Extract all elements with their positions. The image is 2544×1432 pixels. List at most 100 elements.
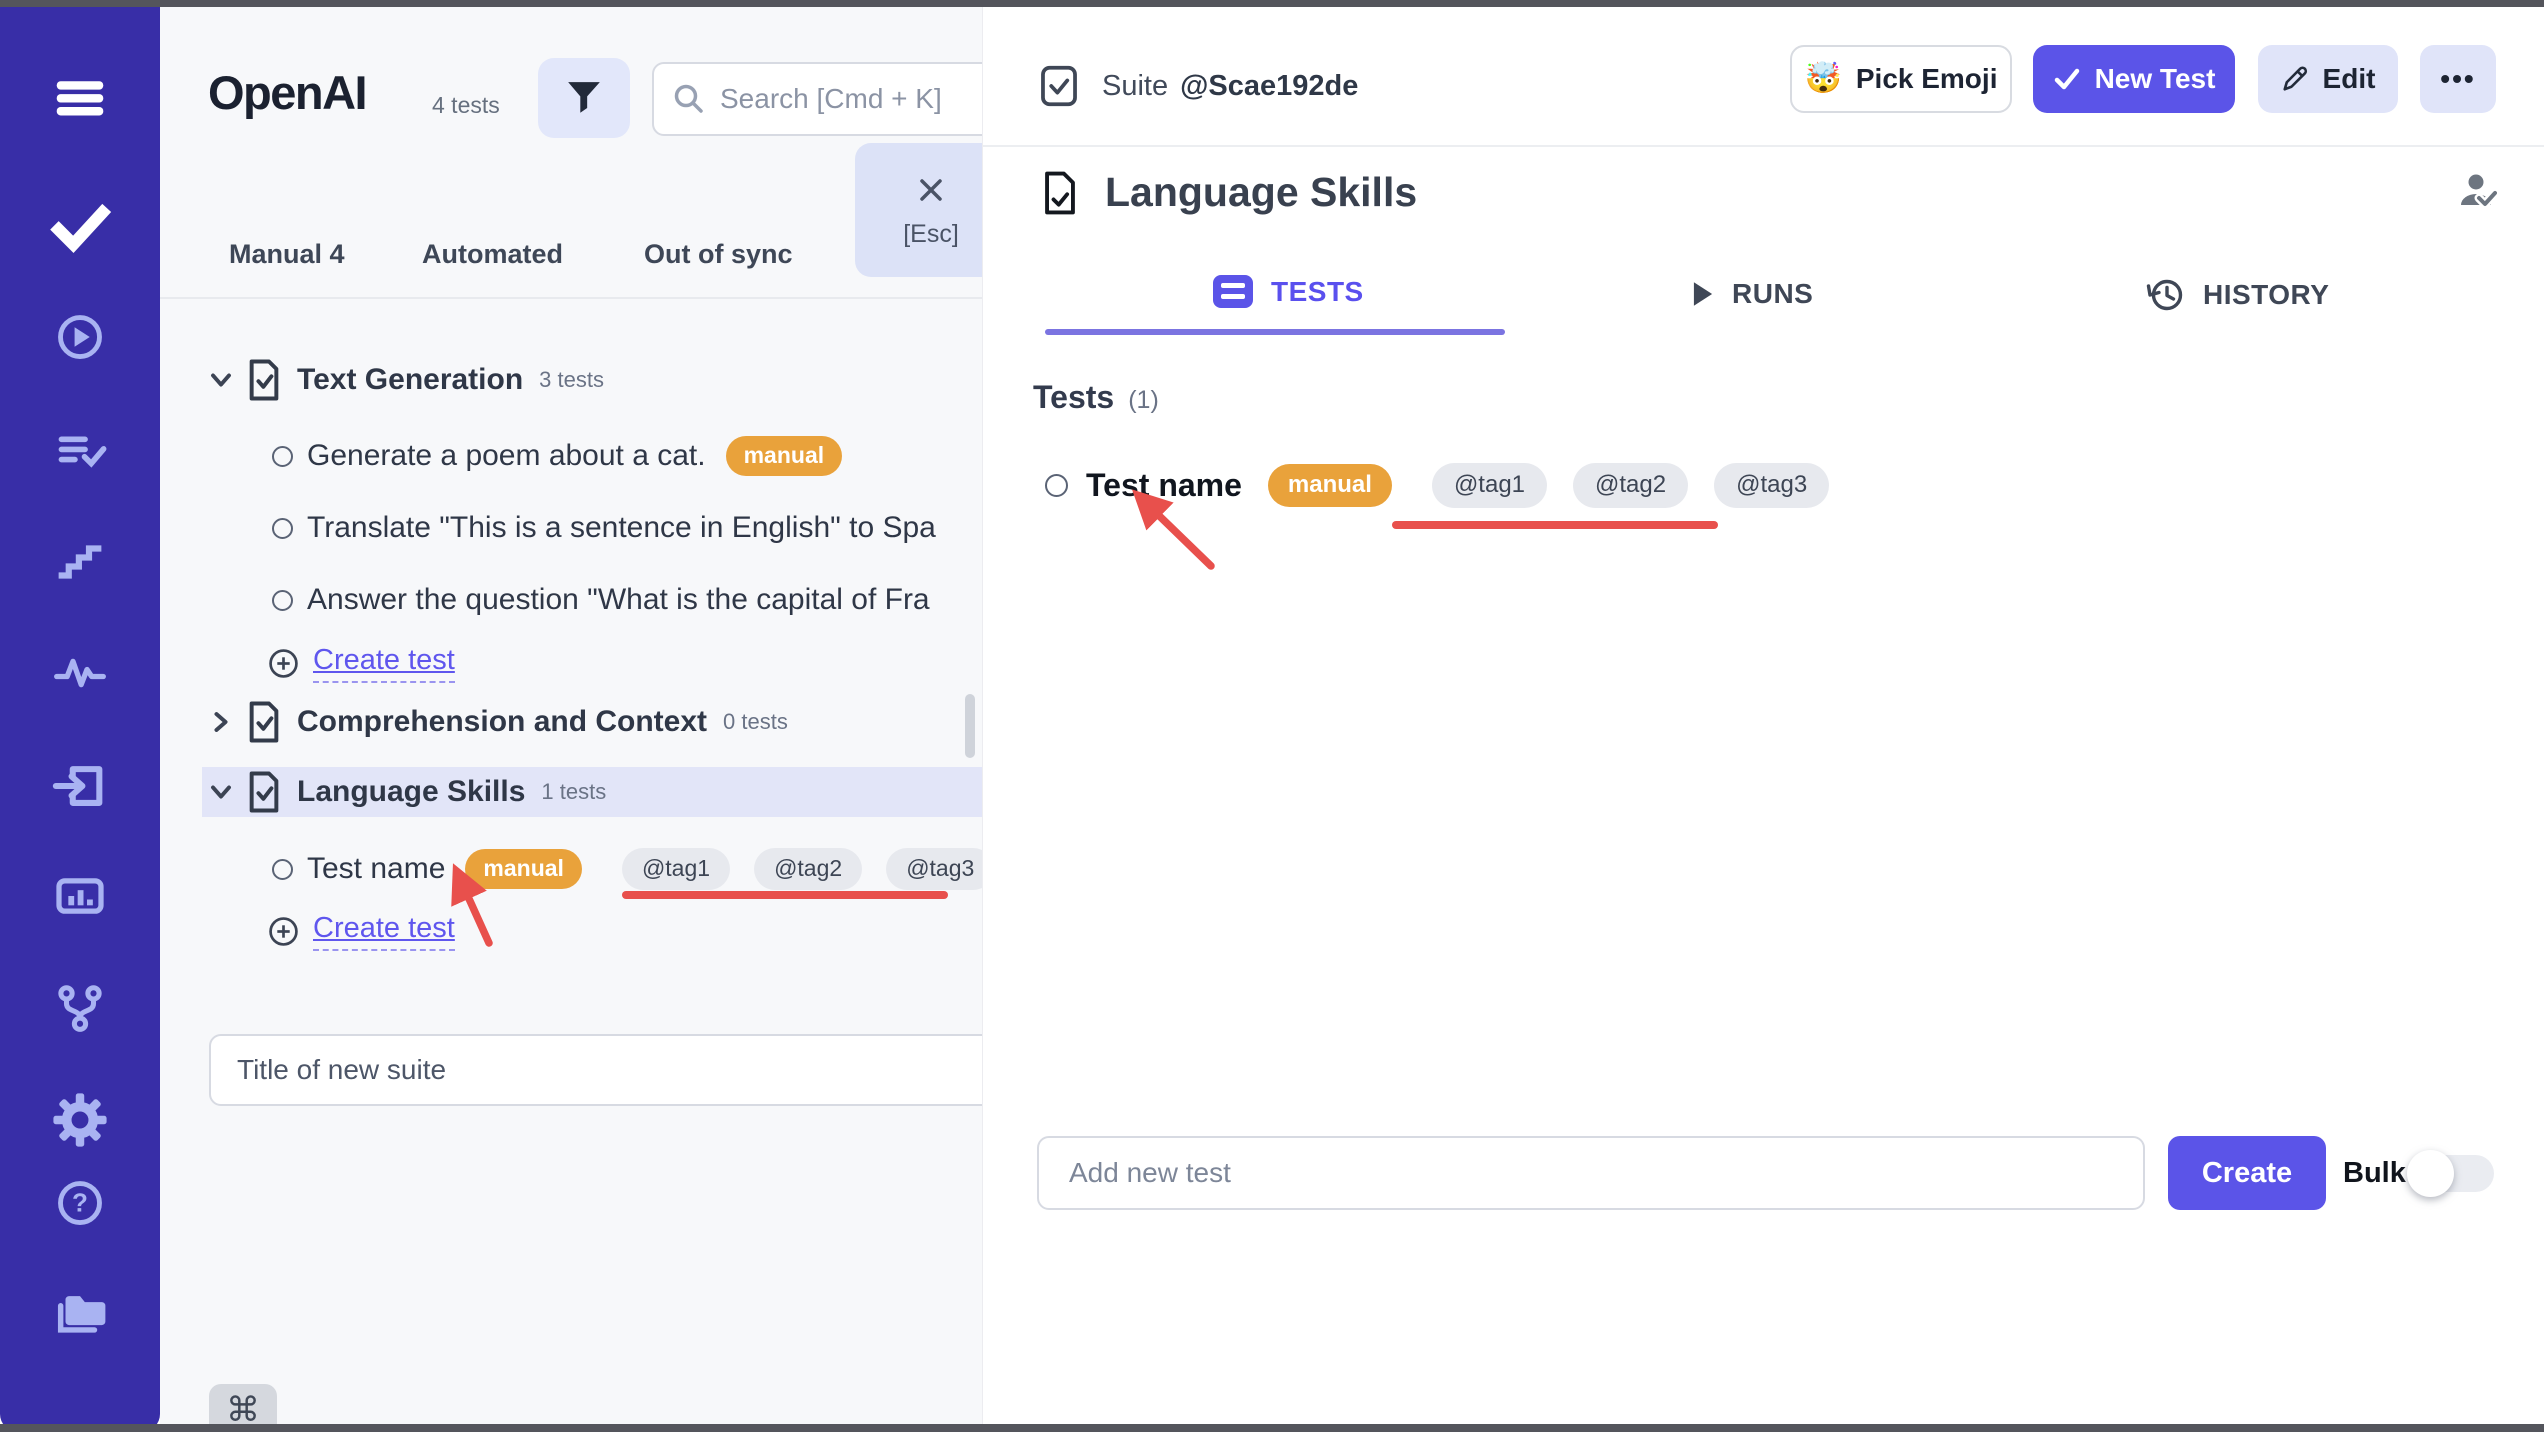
suite-label: Comprehension and Context xyxy=(297,705,708,738)
search-box[interactable] xyxy=(652,62,982,136)
create-test-link[interactable]: Create test xyxy=(313,644,455,683)
total-tests-count: 4 tests xyxy=(432,92,500,118)
suite-doc-icon xyxy=(249,359,279,401)
menu-icon[interactable] xyxy=(49,67,111,129)
tab-label: RUNS xyxy=(1732,278,1814,309)
test-row-translate[interactable]: Translate "This is a sentence in English… xyxy=(272,504,936,552)
suite-detail-panel: Suite @Scae192de 🤯 Pick Emoji New Test E… xyxy=(983,7,2544,1432)
steps-icon[interactable] xyxy=(53,535,107,589)
folder-icon[interactable] xyxy=(51,1284,109,1342)
suite-row-language-skills[interactable]: Language Skills 1 tests xyxy=(205,769,606,815)
manual-badge: manual xyxy=(725,436,843,476)
funnel-icon xyxy=(568,82,600,113)
suite-label: Text Generation xyxy=(297,363,524,396)
chevron-down-icon[interactable] xyxy=(205,776,237,808)
test-status-circle xyxy=(272,858,293,880)
more-options-button[interactable]: ••• xyxy=(2420,45,2496,113)
activity-pulse-icon[interactable] xyxy=(52,645,108,701)
tab-label: HISTORY xyxy=(2203,279,2330,310)
suite-page-title: Language Skills xyxy=(1105,169,1418,215)
sign-in-icon[interactable] xyxy=(51,757,109,815)
doc-check-icon xyxy=(1045,171,1075,214)
new-test-button[interactable]: New Test xyxy=(2033,45,2235,113)
chevron-right-icon[interactable] xyxy=(205,706,237,738)
annotation-arrow-left xyxy=(451,863,493,947)
tests-heading-label: Tests xyxy=(1033,379,1115,415)
suite-title-group: Suite @Scae192de xyxy=(1040,65,1358,107)
edit-button[interactable]: Edit xyxy=(2258,45,2398,113)
suite-test-count: 0 tests xyxy=(723,709,788,734)
test-label: Generate a poem about a cat. xyxy=(307,439,706,472)
test-status-circle xyxy=(1045,473,1068,497)
bulk-toggle-knob[interactable] xyxy=(2407,1150,2454,1197)
filter-button[interactable] xyxy=(538,58,630,138)
test-row-poem[interactable]: Generate a poem about a cat. manual xyxy=(272,432,843,480)
ellipsis-icon: ••• xyxy=(2440,63,2476,94)
search-icon xyxy=(674,84,703,113)
tab-automated[interactable]: Automated xyxy=(422,239,563,270)
test-row-test-name[interactable]: Test name manual @tag1 @tag2 @tag3 xyxy=(272,845,982,893)
scrollbar-thumb[interactable] xyxy=(965,694,975,758)
tag-pill: @tag1 xyxy=(621,848,731,890)
test-row-answer[interactable]: Answer the question "What is the capital… xyxy=(272,576,930,624)
play-circle-icon[interactable] xyxy=(54,311,106,363)
close-search-esc-tooltip[interactable]: [Esc] xyxy=(855,143,982,277)
bulk-toggle[interactable] xyxy=(2407,1150,2494,1197)
close-icon xyxy=(920,178,942,201)
esc-key-hint: [Esc] xyxy=(903,219,959,248)
suite-check-doc-icon xyxy=(1041,65,1077,107)
suite-test-count: 1 tests xyxy=(541,779,607,804)
check-icon xyxy=(2054,68,2079,90)
new-suite-title-input[interactable] xyxy=(209,1034,982,1106)
edit-label: Edit xyxy=(2322,63,2376,94)
tab-history[interactable]: HISTORY xyxy=(2145,275,2329,315)
tab-manual[interactable]: Manual 4 xyxy=(229,239,345,270)
suite-word: Suite xyxy=(1102,69,1169,102)
suites-panel-header: OpenAI 4 tests [Esc] Manual 4 Automated … xyxy=(160,7,982,299)
assignee-person-check-icon[interactable] xyxy=(2457,171,2500,211)
exploding-head-emoji-icon: 🤯 xyxy=(1804,62,1842,95)
chevron-down-icon[interactable] xyxy=(205,364,237,396)
help-circle-icon[interactable]: ? xyxy=(54,1177,106,1229)
suite-row-comprehension[interactable]: Comprehension and Context 0 tests xyxy=(205,699,788,745)
suite-row-text-generation[interactable]: Text Generation 3 tests xyxy=(205,357,604,403)
suite-detail-header: Suite @Scae192de 🤯 Pick Emoji New Test E… xyxy=(983,7,2544,147)
annotation-underline-tags-right xyxy=(1392,521,1718,529)
suite-id: @Scae192de xyxy=(1180,69,1359,102)
annotation-underline-tags-left xyxy=(622,891,948,899)
settings-gear-icon[interactable] xyxy=(51,1091,109,1149)
search-input[interactable] xyxy=(720,83,980,115)
test-status-circle xyxy=(272,589,293,611)
add-new-test-input[interactable] xyxy=(1037,1136,2145,1210)
tag-pill: @tag3 xyxy=(1714,463,1830,508)
app-logo: OpenAI xyxy=(208,66,368,119)
tag-pill: @tag3 xyxy=(886,848,982,890)
annotation-arrow-right xyxy=(1131,489,1215,570)
tab-runs[interactable]: RUNS xyxy=(1692,278,1813,310)
tests-check-icon[interactable] xyxy=(48,195,112,259)
test-label: Answer the question "What is the capital… xyxy=(307,583,930,616)
bar-chart-icon[interactable] xyxy=(52,868,108,924)
tab-tests[interactable]: TESTS xyxy=(1213,275,1364,308)
suites-panel: OpenAI 4 tests [Esc] Manual 4 Automated … xyxy=(160,7,983,1432)
test-label: Translate "This is a sentence in English… xyxy=(307,511,936,544)
suite-title-row: Language Skills xyxy=(1043,169,1417,216)
test-label: Test name xyxy=(307,852,446,885)
manual-badge: manual xyxy=(1267,464,1392,507)
screen-bottom-strip xyxy=(0,1424,2544,1432)
create-test-link[interactable]: Create test xyxy=(313,912,455,951)
tests-heading-count: (1) xyxy=(1128,386,1159,414)
play-icon xyxy=(1693,282,1713,306)
app-window: ? OpenAI 4 tests [Esc] Manual 4 xyxy=(0,0,2544,1432)
git-branch-icon[interactable] xyxy=(53,981,107,1035)
tests-tab-icon xyxy=(1213,275,1253,308)
list-check-icon[interactable] xyxy=(53,423,107,477)
create-test-row-2[interactable]: Create test xyxy=(268,907,455,955)
tag-pill: @tag2 xyxy=(754,848,863,890)
tab-out-of-sync[interactable]: Out of sync xyxy=(644,239,793,270)
tab-label: TESTS xyxy=(1271,275,1364,307)
create-button[interactable]: Create xyxy=(2168,1136,2326,1210)
pick-emoji-button[interactable]: 🤯 Pick Emoji xyxy=(1790,45,2012,113)
screen-top-strip xyxy=(0,0,2544,7)
create-test-row-1[interactable]: Create test xyxy=(268,639,455,687)
